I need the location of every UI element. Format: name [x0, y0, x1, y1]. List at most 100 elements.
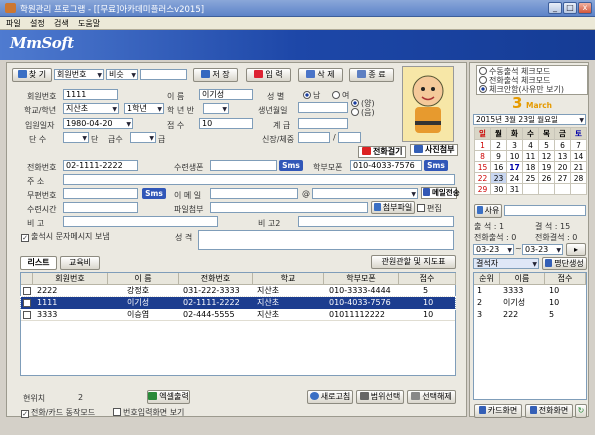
enroll-date-field[interactable]: 1980-04-20	[63, 118, 133, 129]
table-header-parent-phone[interactable]: 학부모폰	[324, 273, 399, 285]
search-input[interactable]	[140, 69, 187, 80]
weight-field[interactable]	[338, 132, 361, 143]
input-button[interactable]: 입 력	[246, 68, 291, 82]
reason-button[interactable]: 사유	[474, 204, 502, 218]
calendar-day[interactable]: 4	[522, 139, 539, 151]
calendar-day[interactable]: 3	[506, 139, 523, 151]
calendar-day[interactable]: 27	[554, 172, 571, 184]
calendar-day[interactable]: 5	[538, 139, 555, 151]
sms-button-2[interactable]: Sms	[424, 160, 448, 171]
deselect-button[interactable]: 선택해제	[407, 390, 456, 404]
delete-button[interactable]: 삭 제	[298, 68, 343, 82]
menu-file[interactable]: 파일	[6, 18, 21, 29]
calendar-day[interactable]	[538, 183, 555, 195]
calendar-day[interactable]	[570, 183, 587, 195]
list-header-name[interactable]: 이름	[500, 273, 545, 285]
phone-screen-button[interactable]: 전화화면	[525, 404, 573, 418]
calendar-day[interactable]: 6	[554, 139, 571, 151]
menu-search[interactable]: 검색	[54, 18, 69, 29]
view-chart-button[interactable]: 관원관할 및 지도표	[371, 255, 456, 269]
note2-field[interactable]	[298, 216, 454, 227]
photo-attach-button[interactable]: 사진첨부	[410, 144, 458, 156]
height-field[interactable]	[298, 132, 330, 143]
mail-send-button[interactable]: 메일전송	[421, 187, 460, 199]
calendar-day[interactable]: 10	[506, 150, 523, 162]
attendance-filter-select[interactable]: 결석자	[473, 258, 539, 269]
email-domain-select[interactable]	[312, 188, 418, 199]
calendar-day[interactable]: 19	[538, 161, 555, 173]
list-header-rank[interactable]: 순위	[474, 273, 500, 285]
calendar-day[interactable]: 9	[490, 150, 507, 162]
list-item[interactable]: 3 222 5	[474, 309, 586, 321]
search-field-select[interactable]: 회원번호	[54, 69, 104, 80]
minimize-button[interactable]: _	[548, 2, 562, 14]
table-header-member-no[interactable]: 회원번호	[33, 273, 108, 285]
save-button[interactable]: 저 장	[193, 68, 238, 82]
personality-field[interactable]	[198, 230, 454, 250]
sms-button-3[interactable]: Sms	[142, 188, 166, 199]
row-checkbox[interactable]	[23, 311, 31, 319]
tab-payment[interactable]: 교육비	[60, 256, 100, 270]
row-checkbox[interactable]	[23, 299, 31, 307]
table-row-selected[interactable]: 1111 이기성 02-1111-2222 지산초 010-4033-7576 …	[20, 296, 456, 310]
calendar-day[interactable]: 25	[522, 172, 539, 184]
calendar-day[interactable]: 13	[554, 150, 571, 162]
calendar-day[interactable]: 18	[522, 161, 539, 173]
close-button[interactable]: x	[578, 2, 592, 14]
dan-select[interactable]	[63, 132, 89, 143]
birthday-field[interactable]	[298, 102, 348, 113]
call-button[interactable]: 전화걸기	[358, 146, 406, 158]
sum-field[interactable]	[298, 118, 348, 129]
date-from-field[interactable]: 03-23	[473, 244, 514, 255]
list-header-score[interactable]: 접수	[545, 273, 586, 285]
edit-checkbox[interactable]: 편집	[417, 203, 442, 214]
rank-select[interactable]	[130, 132, 156, 143]
sms-button-1[interactable]: Sms	[279, 160, 303, 171]
gender-female-radio[interactable]: 여	[332, 90, 349, 101]
table-row[interactable]: 3333 이승엽 02-444-5555 지산초 01011112222 10	[21, 309, 455, 321]
lunar-radio[interactable]: (음)	[351, 107, 375, 118]
menu-settings[interactable]: 설정	[30, 18, 45, 29]
calendar-day[interactable]: 17	[506, 161, 523, 173]
calendar-day[interactable]: 14	[570, 150, 587, 162]
gender-male-radio[interactable]: 남	[303, 90, 320, 101]
calendar-day[interactable]	[522, 183, 539, 195]
calendar-day[interactable]: 30	[490, 183, 507, 195]
school-select[interactable]: 지산초	[63, 103, 119, 114]
table-header-school[interactable]: 학교	[253, 273, 324, 285]
calendar-day[interactable]: 29	[474, 183, 491, 195]
calendar-day[interactable]: 28	[570, 172, 587, 184]
phone-field[interactable]: 02-1111-2222	[63, 160, 138, 171]
reason-field[interactable]	[504, 205, 586, 216]
calendar-day[interactable]: 31	[506, 183, 523, 195]
calendar-day[interactable]: 1	[474, 139, 491, 151]
table-header-phone[interactable]: 전화번호	[179, 273, 253, 285]
exit-button[interactable]: 종 료	[349, 68, 394, 82]
attendance-sms-checkbox[interactable]: ✓ 출석시 문자메시지 보냄	[21, 231, 110, 242]
attach-file-button[interactable]: 첨부파일	[371, 201, 415, 214]
generate-list-button[interactable]: 명단생성	[542, 257, 587, 270]
calendar-day[interactable]: 8	[474, 150, 491, 162]
row-checkbox[interactable]	[23, 287, 31, 295]
note-field[interactable]	[63, 216, 218, 227]
tab-list[interactable]: 리스트	[20, 256, 57, 270]
calendar-day[interactable]: 20	[554, 161, 571, 173]
refresh-list-button[interactable]: ↻	[575, 404, 587, 418]
calendar-day[interactable]: 11	[522, 150, 539, 162]
practice-time-field[interactable]	[63, 202, 138, 213]
calendar-day[interactable]: 16	[490, 161, 507, 173]
search-button[interactable]: 찾 기	[12, 68, 52, 82]
class-select[interactable]	[203, 103, 229, 114]
calendar-day[interactable]: 2	[490, 139, 507, 151]
calendar-day[interactable]: 26	[538, 172, 555, 184]
date-to-field[interactable]: 03-23	[522, 244, 563, 255]
table-header-score[interactable]: 접수	[399, 273, 456, 285]
maximize-button[interactable]: □	[563, 2, 577, 14]
menu-help[interactable]: 도움말	[78, 18, 100, 29]
postal-field[interactable]	[63, 188, 138, 199]
parent-phone-field[interactable]: 010-4033-7576	[350, 160, 422, 171]
member-photo[interactable]	[402, 66, 454, 142]
calendar-day[interactable]: 12	[538, 150, 555, 162]
score-field[interactable]: 10	[199, 118, 253, 129]
student-phone-field[interactable]	[210, 160, 277, 171]
